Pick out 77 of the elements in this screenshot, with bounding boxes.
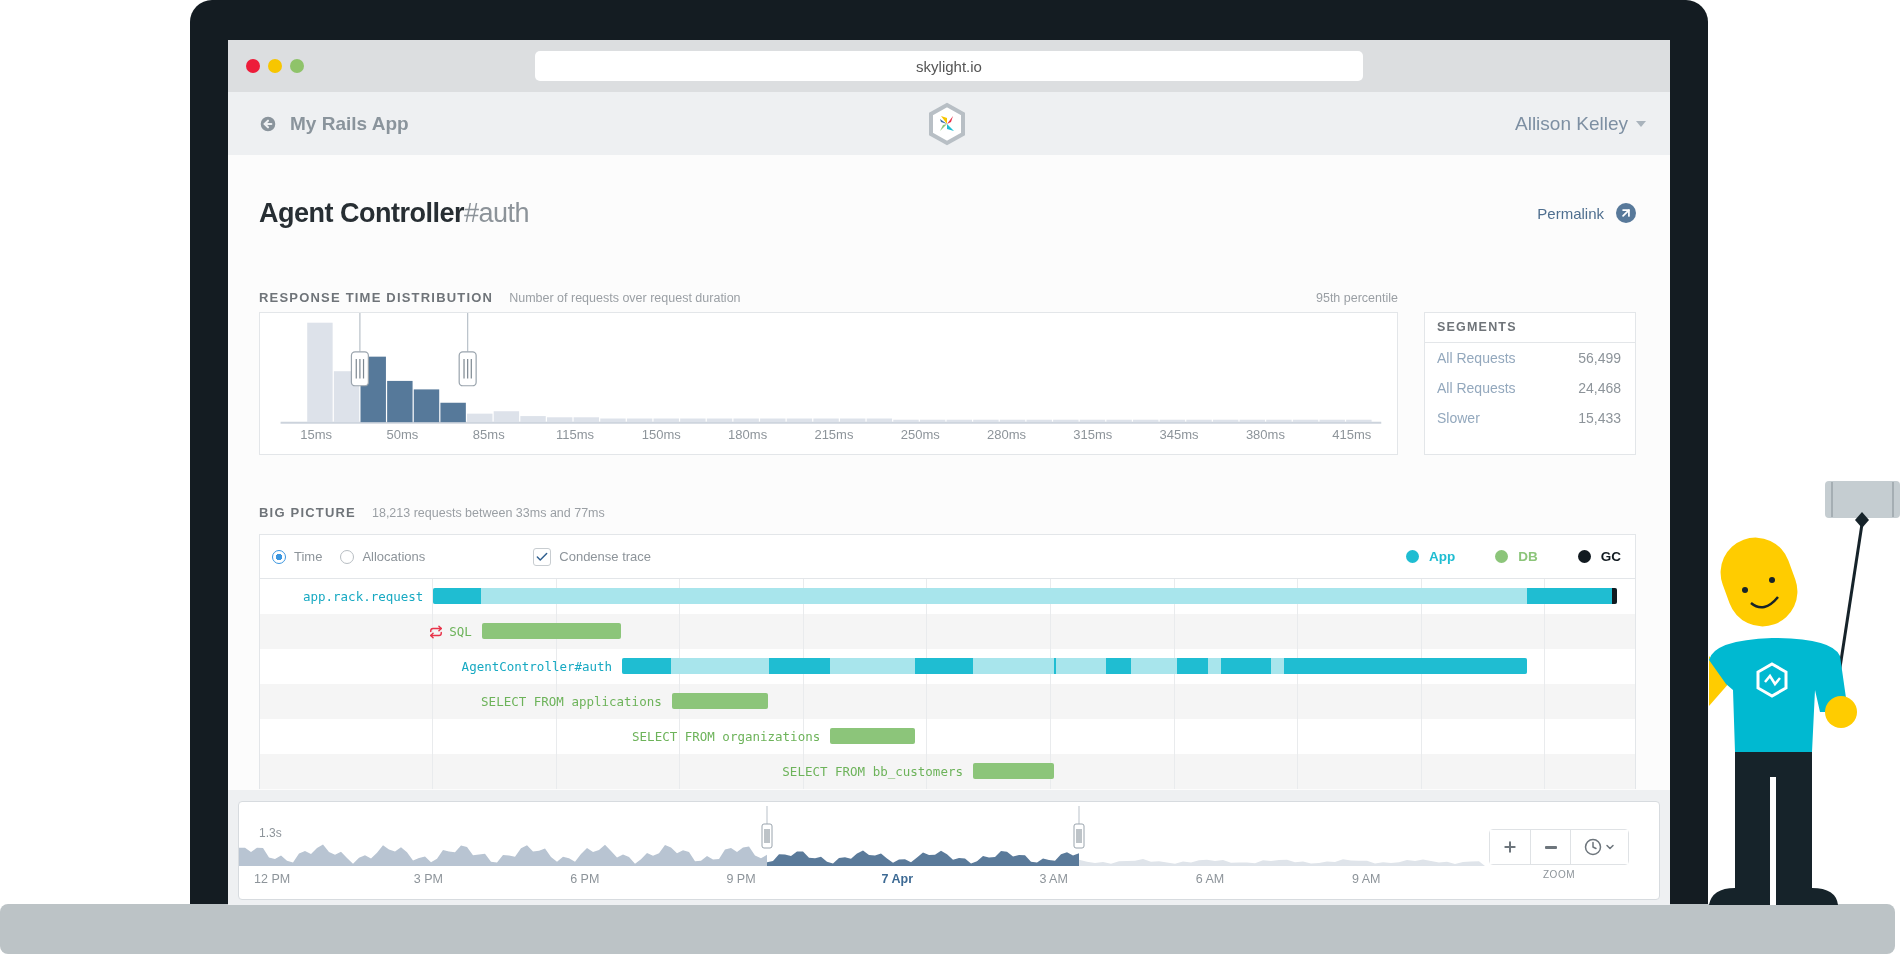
time-label: 9 PM bbox=[725, 872, 757, 886]
user-menu[interactable]: Allison Kelley bbox=[1515, 112, 1628, 135]
hexagon-logo[interactable] bbox=[927, 101, 968, 146]
time-label: 12 PM bbox=[253, 872, 292, 886]
axis-label: 115ms bbox=[555, 427, 596, 442]
axis-label: 50ms bbox=[385, 427, 420, 442]
clock-icon bbox=[1583, 838, 1602, 856]
legend-label: DB bbox=[1518, 549, 1538, 564]
maximize-window-icon[interactable] bbox=[290, 59, 304, 73]
trace-bar[interactable] bbox=[671, 693, 769, 709]
percentile-label: 95th percentile bbox=[1316, 291, 1398, 305]
range-handle[interactable] bbox=[1073, 806, 1085, 849]
minus-icon bbox=[1544, 845, 1557, 849]
axis-label: 415ms bbox=[1331, 427, 1373, 442]
range-handle[interactable] bbox=[761, 806, 773, 849]
time-label: 3 AM bbox=[1038, 872, 1069, 886]
trace-label: AgentController#auth bbox=[461, 659, 613, 674]
axis-label: 215ms bbox=[813, 427, 855, 442]
legend-label: App bbox=[1429, 549, 1456, 564]
axis-label: 180ms bbox=[727, 427, 769, 442]
page-title: Agent Controller#auth bbox=[259, 197, 530, 229]
axis-label: 150ms bbox=[640, 427, 682, 442]
trace-bar[interactable] bbox=[481, 623, 621, 639]
trace-bar[interactable] bbox=[433, 588, 1617, 604]
trace-bar[interactable] bbox=[622, 658, 1528, 674]
radio-label[interactable]: Time bbox=[294, 549, 323, 564]
legend-label: GC bbox=[1600, 549, 1621, 564]
caret-icon[interactable] bbox=[1636, 120, 1646, 127]
section-subtitle: Number of requests over request duration bbox=[509, 291, 741, 305]
trace-label: SELECT FROM applications bbox=[481, 694, 662, 709]
plus-icon bbox=[1502, 839, 1518, 855]
minimize-window-icon[interactable] bbox=[268, 59, 282, 73]
range-handle[interactable] bbox=[458, 313, 477, 387]
repeat-icon bbox=[429, 624, 444, 639]
trace-label: SQL bbox=[449, 624, 472, 639]
segment-count: 15,433 bbox=[1578, 410, 1621, 426]
section-title: BIG PICTURE bbox=[259, 505, 356, 520]
range-handle[interactable] bbox=[350, 313, 369, 387]
arrow-up-right-icon bbox=[1616, 203, 1636, 223]
axis-label: 85ms bbox=[471, 427, 506, 442]
checkbox-label[interactable]: Condense trace bbox=[559, 549, 652, 564]
segment-count: 24,468 bbox=[1578, 380, 1621, 396]
axis-label: 380ms bbox=[1244, 427, 1286, 442]
back-link[interactable]: My Rails App bbox=[258, 112, 409, 135]
segment-link[interactable]: Slower bbox=[1437, 410, 1480, 426]
time-range-button[interactable] bbox=[1570, 830, 1628, 864]
section-title: RESPONSE TIME DISTRIBUTION bbox=[259, 290, 494, 305]
time-label: 6 PM bbox=[569, 872, 601, 886]
axis-label: 250ms bbox=[899, 427, 941, 442]
trace-bar[interactable] bbox=[972, 763, 1054, 779]
section-subtitle: 18,213 requests between 33ms and 77ms bbox=[372, 506, 605, 520]
axis-label: 15ms bbox=[299, 427, 334, 442]
axis-label: 315ms bbox=[1072, 427, 1114, 442]
axis-label: 280ms bbox=[986, 427, 1028, 442]
axis-label: 345ms bbox=[1158, 427, 1200, 442]
checkbox[interactable] bbox=[533, 547, 552, 566]
segment-count: 56,499 bbox=[1578, 350, 1621, 366]
time-label: 3 PM bbox=[412, 872, 445, 886]
panel-title: SEGMENTS bbox=[1425, 313, 1635, 343]
radio-button[interactable] bbox=[272, 549, 286, 564]
radio-button[interactable] bbox=[340, 549, 355, 564]
segment-link[interactable]: All Requests bbox=[1437, 350, 1516, 366]
time-label: 6 AM bbox=[1194, 872, 1226, 886]
time-label: 9 AM bbox=[1350, 872, 1382, 886]
trace-label: SELECT FROM organizations bbox=[632, 729, 821, 744]
close-window-icon[interactable] bbox=[246, 59, 260, 73]
radio-label[interactable]: Allocations bbox=[362, 549, 426, 564]
back-icon bbox=[258, 113, 278, 134]
trace-label: SELECT FROM bb_customers bbox=[782, 764, 963, 779]
axis-label: 1.3s bbox=[259, 826, 282, 840]
permalink-link[interactable]: Permalink bbox=[1537, 203, 1636, 223]
segment-link[interactable]: All Requests bbox=[1437, 380, 1516, 396]
trace-label: app.rack.request bbox=[302, 589, 424, 604]
time-label: 7 Apr bbox=[880, 872, 915, 886]
trace-bar[interactable] bbox=[830, 728, 915, 744]
zoom-label: ZOOM bbox=[1543, 869, 1575, 880]
address-bar[interactable]: skylight.io bbox=[535, 51, 1363, 81]
